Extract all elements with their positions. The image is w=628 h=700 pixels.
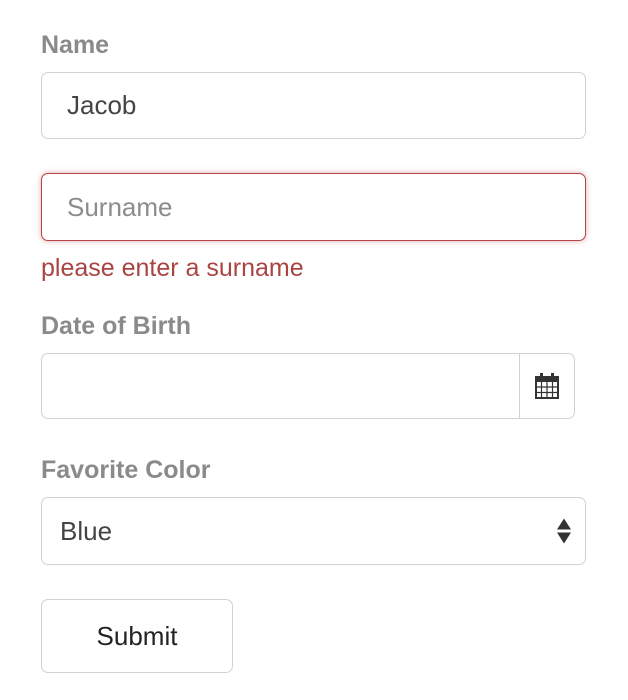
dob-input-group bbox=[41, 353, 575, 419]
name-input[interactable]: Jacob bbox=[41, 72, 586, 139]
calendar-icon bbox=[535, 373, 559, 399]
surname-input[interactable]: Surname bbox=[41, 173, 586, 241]
surname-error-message: please enter a surname bbox=[41, 254, 304, 282]
dob-input[interactable] bbox=[42, 354, 519, 418]
favorite-color-label: Favorite Color bbox=[41, 456, 211, 484]
name-input-value: Jacob bbox=[67, 90, 137, 120]
surname-input-placeholder: Surname bbox=[67, 191, 173, 222]
sort-arrows-icon bbox=[557, 518, 571, 544]
submit-button[interactable]: Submit bbox=[41, 599, 233, 673]
calendar-button[interactable] bbox=[519, 354, 574, 418]
favorite-color-selected: Blue bbox=[60, 515, 113, 546]
name-label: Name bbox=[41, 31, 110, 59]
dob-label: Date of Birth bbox=[41, 312, 191, 340]
favorite-color-select[interactable]: Blue bbox=[41, 497, 586, 565]
